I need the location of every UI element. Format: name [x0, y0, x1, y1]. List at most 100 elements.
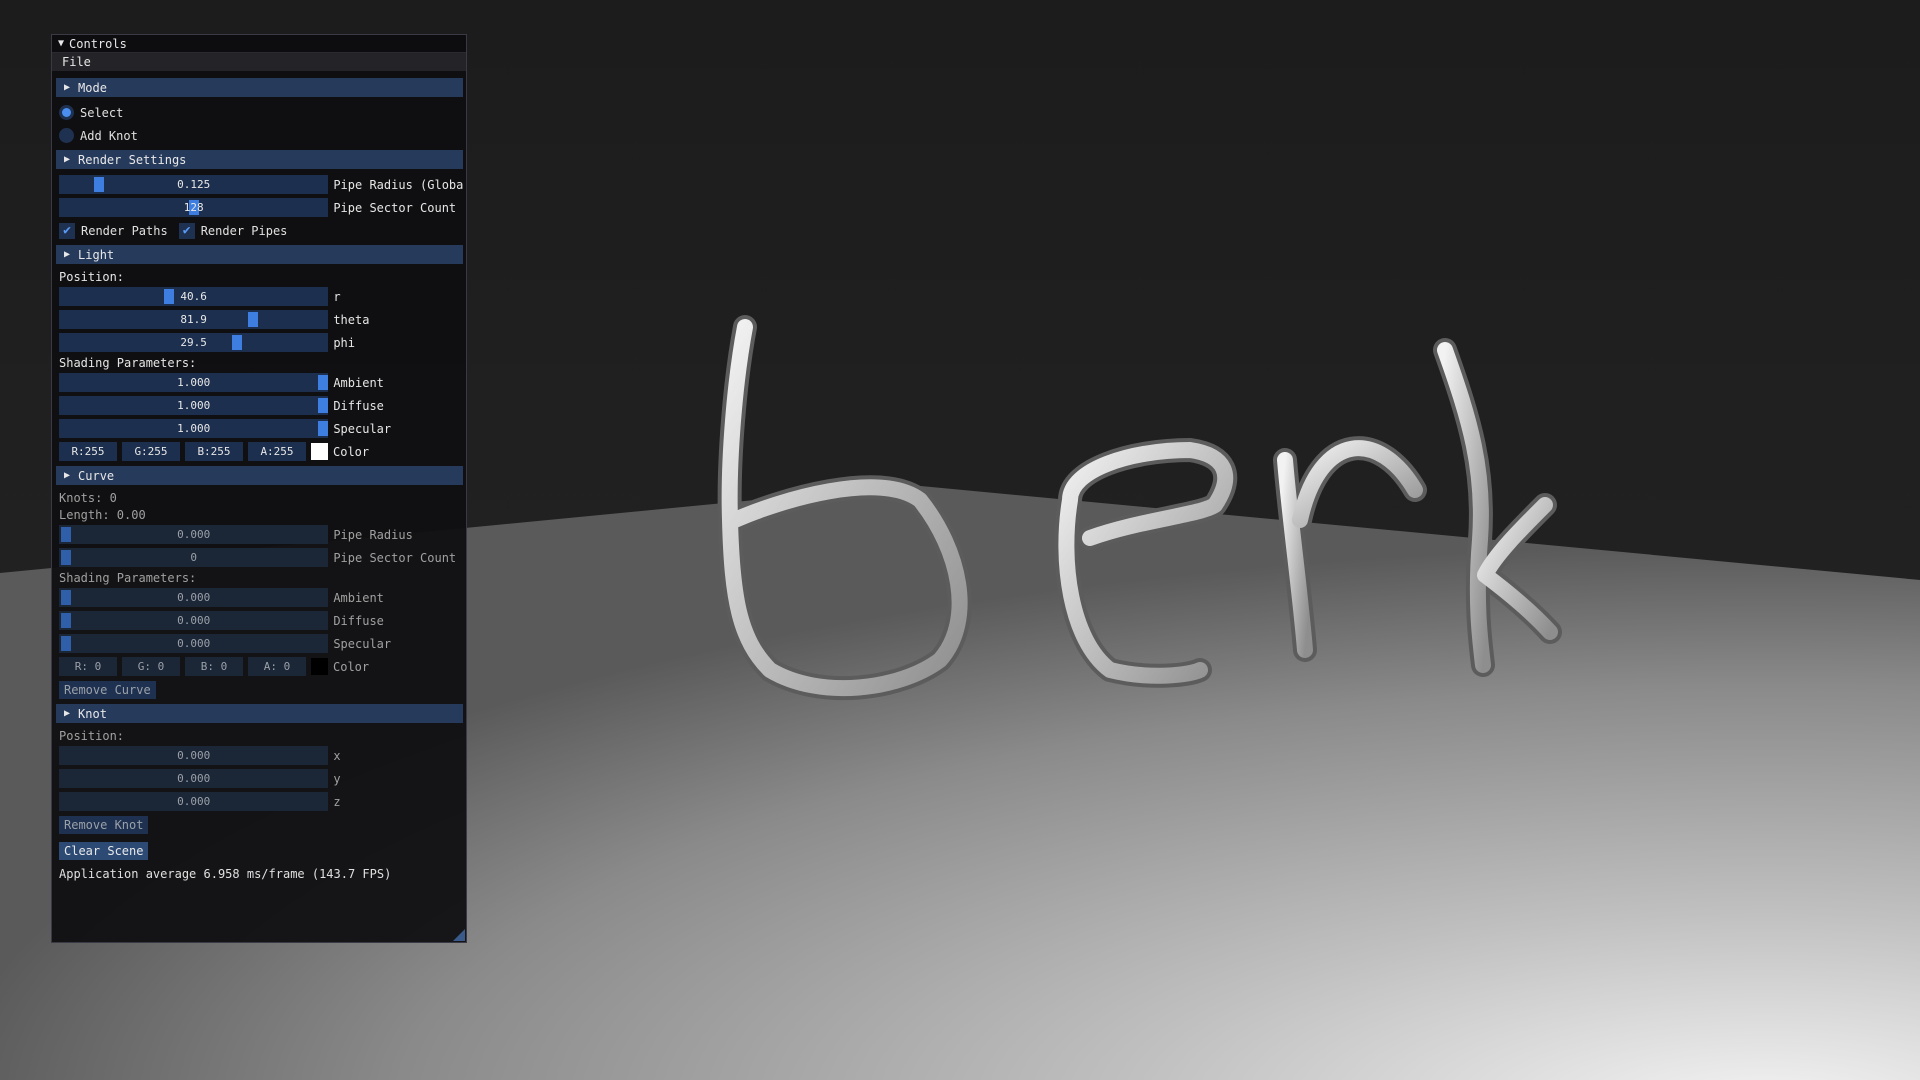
slider-value: 1.000 [177, 376, 211, 389]
curve-color-b-field[interactable]: B: 0 [185, 657, 243, 676]
slider-grab[interactable] [318, 375, 328, 390]
knot-z-label: z [333, 794, 341, 809]
light-ambient-slider[interactable]: 1.000 [59, 373, 329, 392]
pipe-sector-count-global-slider[interactable]: 128 [59, 198, 329, 217]
light-color-swatch[interactable] [311, 443, 328, 460]
resize-grip-icon[interactable] [453, 929, 465, 941]
field-value: 0.000 [177, 749, 211, 762]
light-theta-slider[interactable]: 81.9 [59, 310, 329, 329]
knot-z-field[interactable]: 0.000 [59, 792, 329, 811]
collapse-triangle-icon[interactable]: ▼ [58, 38, 64, 49]
mode-select-label: Select [80, 105, 124, 120]
radio-unselected-icon[interactable] [59, 128, 74, 143]
curve-header[interactable]: ▶ Curve [56, 466, 463, 485]
curve-pipe-sector-count-slider[interactable]: 0 [59, 548, 329, 567]
curve-color-label: Color [333, 659, 370, 674]
curve-color-r-field[interactable]: R: 0 [59, 657, 117, 676]
knot-position-label: Position: [59, 728, 125, 743]
curve-specular-slider[interactable]: 0.000 [59, 634, 329, 653]
window-title: Controls [69, 36, 127, 51]
light-specular-slider[interactable]: 1.000 [59, 419, 329, 438]
light-diffuse-slider[interactable]: 1.000 [59, 396, 329, 415]
knot-y-label: y [333, 771, 341, 786]
slider-value: 0.000 [177, 614, 211, 627]
window-titlebar[interactable]: ▼ Controls [52, 35, 466, 53]
remove-curve-button[interactable]: Remove Curve [59, 680, 156, 699]
light-specular-label: Specular [333, 421, 392, 436]
curve-length-text: Length: 0.00 [59, 507, 146, 522]
slider-value: 0.000 [177, 637, 211, 650]
render-paths-label: Render Paths [81, 223, 168, 238]
curve-ambient-label: Ambient [333, 590, 384, 605]
slider-grab[interactable] [61, 590, 71, 605]
expand-triangle-icon: ▶ [64, 82, 71, 93]
mode-select-radio[interactable]: Select [56, 101, 463, 124]
curve-color-swatch[interactable] [311, 658, 328, 675]
knot-y-field[interactable]: 0.000 [59, 769, 329, 788]
slider-grab[interactable] [318, 398, 328, 413]
slider-value: 0.000 [177, 528, 211, 541]
curve-color-a-field[interactable]: A: 0 [248, 657, 306, 676]
light-header[interactable]: ▶ Light [56, 245, 463, 264]
curve-diffuse-label: Diffuse [333, 613, 384, 628]
clear-scene-button[interactable]: Clear Scene [59, 841, 149, 860]
knot-header[interactable]: ▶ Knot [56, 704, 463, 723]
curve-header-label: Curve [78, 468, 115, 483]
curve-color-g-field[interactable]: G: 0 [122, 657, 180, 676]
knot-x-field[interactable]: 0.000 [59, 746, 329, 765]
light-shading-label: Shading Parameters: [59, 355, 197, 370]
radio-selected-icon[interactable] [59, 105, 74, 120]
pipe-radius-global-slider[interactable]: 0.125 [59, 175, 329, 194]
curve-specular-label: Specular [333, 636, 392, 651]
slider-grab[interactable] [61, 613, 71, 628]
knot-header-label: Knot [78, 706, 107, 721]
curve-knots-text: Knots: 0 [59, 490, 117, 505]
curve-pipe-sector-count-label: Pipe Sector Count [333, 550, 457, 565]
light-r-slider[interactable]: 40.6 [59, 287, 329, 306]
render-paths-checkbox[interactable]: ✔ [59, 222, 75, 239]
field-value: 0.000 [177, 772, 211, 785]
curve-pipe-radius-slider[interactable]: 0.000 [59, 525, 329, 544]
menu-bar: File [52, 53, 466, 71]
curve-shading-label: Shading Parameters: [59, 570, 197, 585]
light-color-r-field[interactable]: R:255 [59, 442, 117, 461]
slider-grab[interactable] [164, 289, 174, 304]
light-color-a-field[interactable]: A:255 [248, 442, 306, 461]
render-settings-label: Render Settings [78, 152, 187, 167]
curve-ambient-slider[interactable]: 0.000 [59, 588, 329, 607]
light-r-label: r [333, 289, 341, 304]
menu-file[interactable]: File [62, 55, 91, 69]
slider-value: 1.000 [177, 399, 211, 412]
light-header-label: Light [78, 247, 115, 262]
slider-grab[interactable] [94, 177, 104, 192]
remove-knot-button[interactable]: Remove Knot [59, 815, 149, 834]
slider-grab[interactable] [232, 335, 242, 350]
slider-value: 1.000 [177, 422, 211, 435]
slider-value: 0.000 [177, 591, 211, 604]
pipe-sector-count-global-label: Pipe Sector Count ( [333, 200, 463, 215]
mode-header[interactable]: ▶ Mode [56, 78, 463, 97]
render-pipes-checkbox[interactable]: ✔ [178, 222, 195, 239]
light-diffuse-label: Diffuse [333, 398, 384, 413]
light-ambient-label: Ambient [333, 375, 384, 390]
field-value: 0.000 [177, 795, 211, 808]
expand-triangle-icon: ▶ [64, 708, 71, 719]
light-theta-label: theta [333, 312, 370, 327]
light-color-g-field[interactable]: G:255 [122, 442, 180, 461]
curve-diffuse-slider[interactable]: 0.000 [59, 611, 329, 630]
light-phi-label: phi [333, 335, 356, 350]
slider-grab[interactable] [318, 421, 328, 436]
mode-add-knot-radio[interactable]: Add Knot [56, 124, 463, 147]
slider-grab[interactable] [61, 527, 71, 542]
fps-status-text: Application average 6.958 ms/frame (143.… [59, 866, 392, 881]
controls-window[interactable]: ▼ Controls File ▶ Mode Select Add Knot ▶… [51, 34, 467, 943]
render-settings-header[interactable]: ▶ Render Settings [56, 150, 463, 169]
light-phi-slider[interactable]: 29.5 [59, 333, 329, 352]
slider-value: 128 [183, 201, 204, 214]
mode-header-label: Mode [78, 80, 107, 95]
slider-grab[interactable] [61, 636, 71, 651]
slider-grab[interactable] [61, 550, 71, 565]
light-position-label: Position: [59, 269, 125, 284]
slider-grab[interactable] [248, 312, 258, 327]
light-color-b-field[interactable]: B:255 [185, 442, 243, 461]
